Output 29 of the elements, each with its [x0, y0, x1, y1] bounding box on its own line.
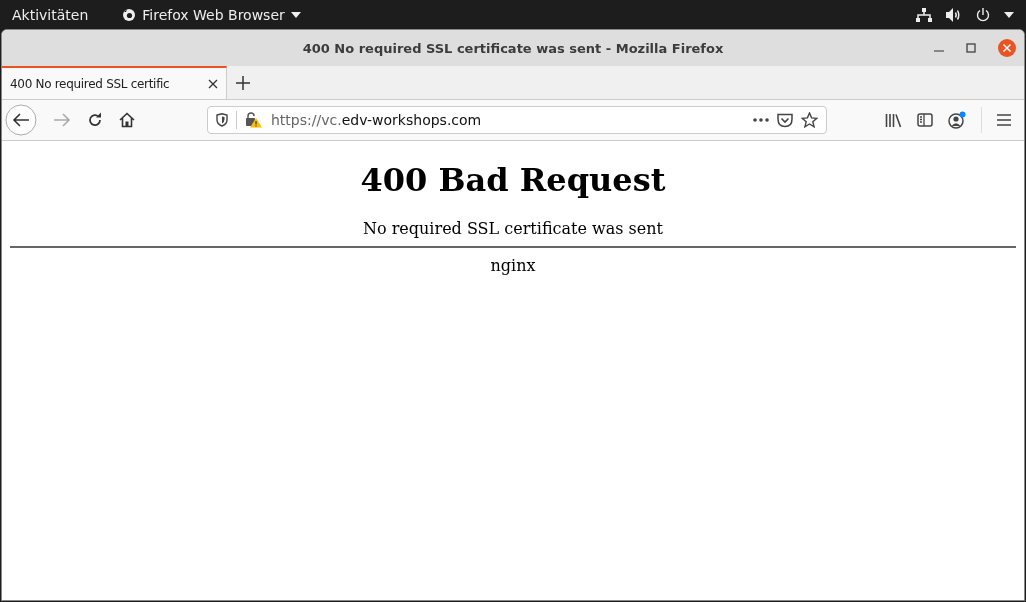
- sidebar-icon[interactable]: [917, 113, 933, 127]
- library-icon[interactable]: [885, 112, 902, 128]
- window-title: 400 No required SSL certificate was sent - Mozilla Firefox: [302, 40, 724, 56]
- shield-icon[interactable]: [216, 113, 228, 127]
- star-icon[interactable]: [801, 112, 818, 128]
- server-name: nginx: [489, 256, 537, 275]
- new-tab-icon[interactable]: [236, 75, 250, 90]
- reload-icon[interactable]: [87, 112, 103, 128]
- caret-icon[interactable]: [1004, 11, 1014, 18]
- insecure-lock-icon[interactable]: [245, 112, 263, 128]
- app-menu[interactable]: Firefox Web Browser: [122, 6, 301, 23]
- account-icon[interactable]: [948, 111, 966, 129]
- pocket-icon[interactable]: [777, 112, 793, 128]
- maximize-icon[interactable]: [966, 43, 976, 53]
- address-bar[interactable]: https://vc.edv-workshops.com: [207, 106, 827, 134]
- error-message: No required SSL certificate was sent: [362, 219, 664, 238]
- network-icon[interactable]: [916, 7, 932, 22]
- close-icon[interactable]: [208, 78, 218, 89]
- back-icon[interactable]: [5, 104, 37, 136]
- browser-tab[interactable]: 400 No required SSL certific: [2, 66, 227, 99]
- power-icon[interactable]: [976, 7, 990, 22]
- more-icon[interactable]: [753, 118, 769, 122]
- menu-icon[interactable]: [997, 114, 1011, 126]
- caret-icon: [290, 11, 301, 18]
- activities-button[interactable]: Aktivitäten: [12, 6, 89, 23]
- home-icon[interactable]: [119, 112, 135, 128]
- url-text: https://vc.edv-workshops.com: [271, 112, 482, 128]
- volume-icon[interactable]: [946, 7, 962, 22]
- page-heading: 400 Bad Request: [359, 161, 667, 199]
